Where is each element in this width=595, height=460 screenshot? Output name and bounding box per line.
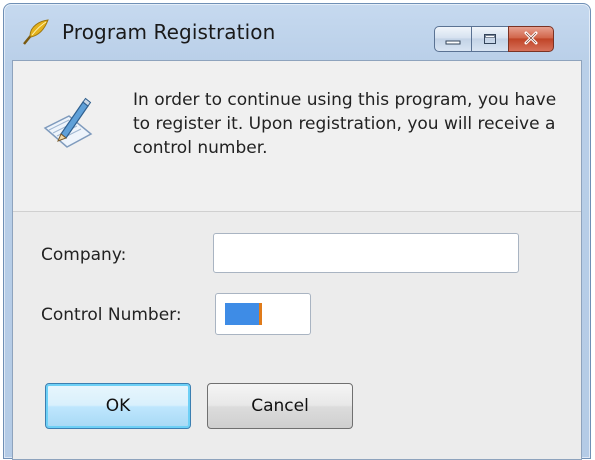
minimize-button[interactable] [434, 26, 472, 52]
close-icon [523, 30, 539, 49]
close-button[interactable] [508, 26, 554, 52]
registration-pen-icon [39, 94, 95, 150]
minimize-icon [445, 30, 461, 49]
text-selection-highlight [225, 303, 259, 325]
text-caret [259, 303, 262, 325]
dialog-client-area: In order to continue using this program,… [12, 60, 582, 460]
maximize-icon [483, 30, 497, 49]
cancel-button[interactable]: Cancel [207, 383, 353, 429]
control-number-input[interactable] [215, 293, 311, 335]
window-controls [434, 26, 554, 52]
company-input[interactable] [213, 233, 519, 273]
window-title: Program Registration [62, 20, 276, 44]
ok-button[interactable]: OK [45, 383, 191, 429]
control-number-label: Control Number: [41, 305, 182, 325]
maximize-button[interactable] [471, 26, 509, 52]
title-bar[interactable]: Program Registration [4, 4, 590, 60]
app-quill-icon [20, 18, 50, 48]
registration-window: Program Registration In order to continu… [3, 3, 591, 460]
company-label: Company: [41, 245, 127, 265]
registration-message: In order to continue using this program,… [133, 90, 557, 158]
info-banner: In order to continue using this program,… [13, 61, 581, 212]
